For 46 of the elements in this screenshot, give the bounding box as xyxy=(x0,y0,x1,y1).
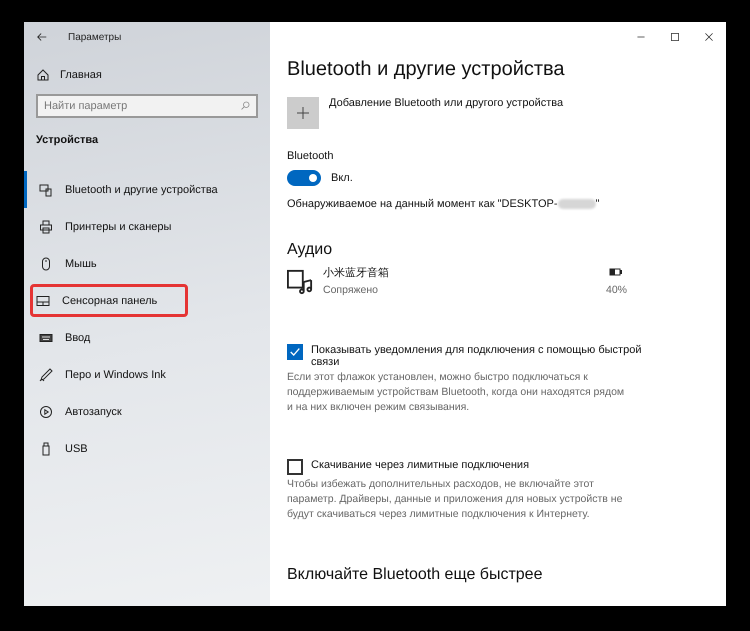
blurred-name xyxy=(558,199,596,209)
search-icon xyxy=(240,100,251,111)
bluetooth-label: Bluetooth xyxy=(287,150,334,162)
sidebar-item[interactable]: Перо и Windows Ink xyxy=(24,356,270,393)
page-title: Bluetooth и другие устройства xyxy=(287,58,566,81)
option-description: Если этот флажок установлен, можно быстро подключаться к поддерживаемым устройствам Bluetooth, когда они находятся рядом и на них включен режим связывания. xyxy=(287,370,626,415)
sidebar-item[interactable]: Мышь xyxy=(24,245,270,282)
battery-percent: 40% xyxy=(606,283,627,298)
sidebar-item[interactable]: Принтеры и сканеры xyxy=(24,208,270,245)
pen-icon xyxy=(39,368,53,382)
section-heading: Устройства xyxy=(36,134,100,146)
back-button[interactable] xyxy=(36,31,48,43)
maximize-icon xyxy=(670,32,680,42)
toggle-state-label: Вкл. xyxy=(331,172,353,184)
sidebar-item[interactable]: Ввод xyxy=(24,319,270,356)
checkbox[interactable] xyxy=(287,459,303,475)
option-description: Чтобы избежать дополнительных расходов, не включайте этот параметр. Драйверы, данные и приложения для новых устройств не будут скачиваться через лимитные подключения к Интернету. xyxy=(287,477,624,522)
add-device-button[interactable] xyxy=(287,97,319,129)
sidebar-item[interactable]: USB xyxy=(24,430,270,467)
sidebar-item[interactable]: Автозапуск xyxy=(24,393,270,430)
mouse-icon xyxy=(39,256,53,270)
speaker-music-icon xyxy=(287,268,313,294)
checkmark-icon xyxy=(289,346,301,358)
device-status: Сопряжено xyxy=(323,283,380,298)
checkbox-label: Скачивание через лимитные подключения xyxy=(311,459,530,471)
add-device-label[interactable]: Добавление Bluetooth или другого устройства xyxy=(329,97,564,109)
close-icon xyxy=(704,32,714,42)
section-heading: Включайте Bluetooth еще быстрее xyxy=(287,566,544,584)
sidebar-item[interactable]: Bluetooth и другие устройства xyxy=(24,171,270,208)
home-icon xyxy=(36,68,50,82)
discoverable-text: Обнаруживаемое на данный момент как "DESKTOP- xyxy=(287,198,558,210)
plus-icon xyxy=(296,106,310,120)
audio-heading: Аудио xyxy=(287,241,334,259)
quote-mark: " xyxy=(596,198,600,210)
device-name: 小米蓝牙音箱 xyxy=(323,266,390,280)
touchpad-icon xyxy=(36,294,50,308)
play-circle-icon xyxy=(39,404,53,418)
sidebar-item[interactable]: Сенсорная панель xyxy=(28,282,190,319)
checkbox[interactable] xyxy=(287,344,303,360)
home-link[interactable]: Главная xyxy=(36,64,102,86)
back-arrow-icon xyxy=(36,31,48,43)
bluetooth-toggle[interactable] xyxy=(287,170,321,186)
checkbox-label: Показывать уведомления для подключения с помощью быстрой связи xyxy=(311,344,642,368)
search-field[interactable]: Найти параметр xyxy=(36,94,258,118)
window-title: Параметры xyxy=(68,32,122,42)
printer-icon xyxy=(39,220,53,234)
